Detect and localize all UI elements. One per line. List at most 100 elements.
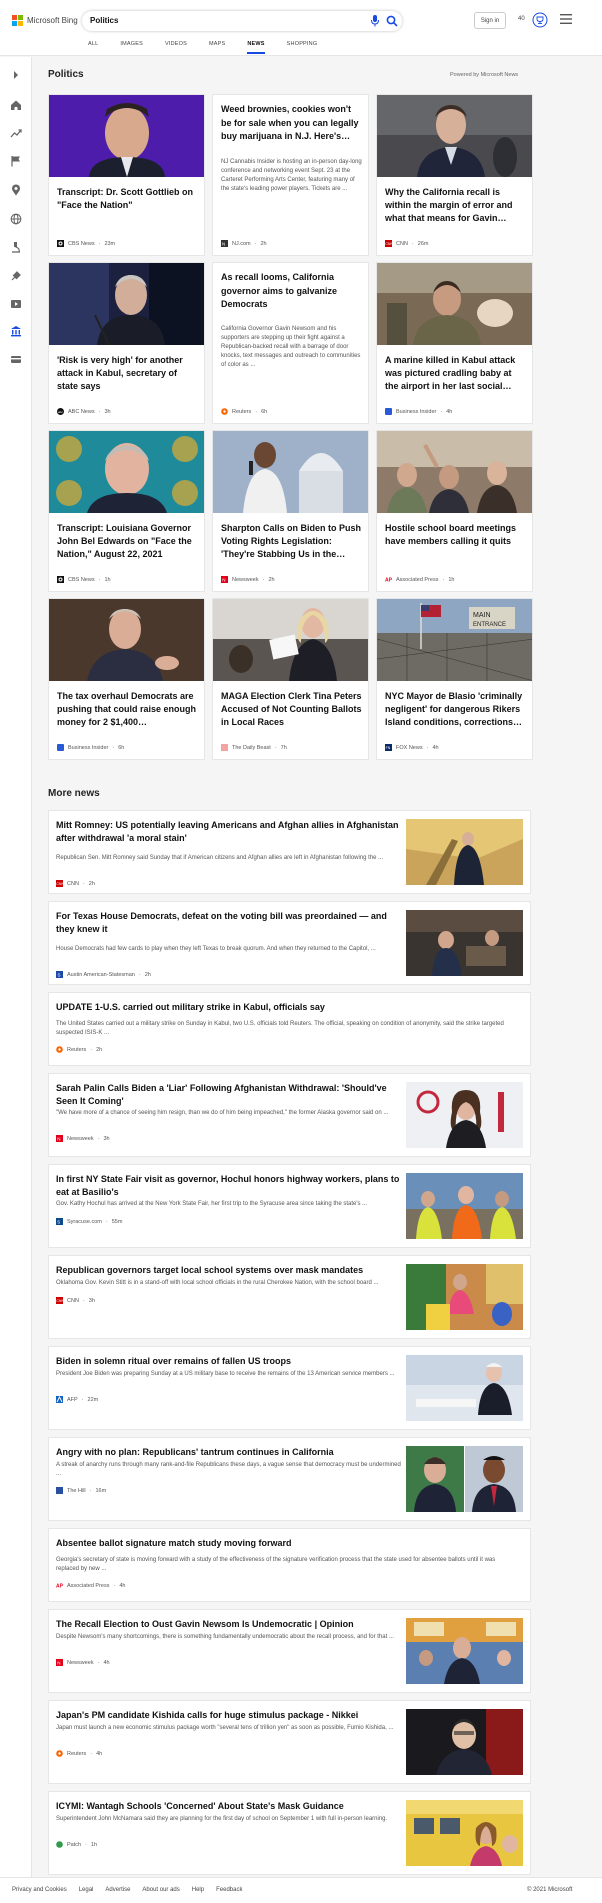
entertainment-icon[interactable] bbox=[10, 298, 22, 310]
news-title[interactable]: Biden in solemn ritual over remains of f… bbox=[56, 1355, 406, 1368]
tab-images[interactable]: IMAGES bbox=[120, 38, 143, 54]
card-title[interactable]: Transcript: Dr. Scott Gottlieb on "Face … bbox=[57, 186, 199, 212]
news-card[interactable]: 'Risk is very high' for another attack i… bbox=[48, 262, 205, 424]
card-title[interactable]: As recall looms, California governor aim… bbox=[221, 271, 363, 312]
footer-link-feedback[interactable]: Feedback bbox=[216, 1887, 242, 1893]
news-card[interactable]: Sharpton Calls on Biden to Push Voting R… bbox=[212, 430, 369, 592]
news-card[interactable]: MAIN ENTRANCE NYC Mayor de Blasio 'crimin… bbox=[376, 598, 533, 760]
news-card[interactable]: Weed brownies, cookies won't be for sale… bbox=[212, 94, 369, 256]
card-title[interactable]: A marine killed in Kabul attack was pict… bbox=[385, 354, 527, 393]
list-item[interactable]: Absentee ballot signature match study mo… bbox=[48, 1528, 531, 1602]
science-microscope-icon[interactable] bbox=[10, 241, 22, 253]
news-card[interactable]: Hostile school board meetings have membe… bbox=[376, 430, 533, 592]
card-image-newsom[interactable] bbox=[377, 95, 533, 177]
rewards-points[interactable]: 40 bbox=[518, 16, 525, 22]
list-item[interactable]: Republican governors target local school… bbox=[48, 1255, 531, 1339]
list-item[interactable]: Biden in solemn ritual over remains of f… bbox=[48, 1346, 531, 1430]
tab-news[interactable]: NEWS bbox=[247, 38, 265, 54]
search-icon[interactable] bbox=[386, 15, 398, 27]
news-title[interactable]: UPDATE 1-U.S. carried out military strik… bbox=[56, 1001, 516, 1014]
card-image-rikers[interactable]: MAIN ENTRANCE bbox=[377, 599, 533, 681]
globe-icon[interactable] bbox=[10, 213, 22, 225]
list-item[interactable]: UPDATE 1-U.S. carried out military strik… bbox=[48, 992, 531, 1066]
card-title[interactable]: The tax overhaul Democrats are pushing t… bbox=[57, 690, 199, 729]
footer-link-advertise[interactable]: Advertise bbox=[105, 1887, 130, 1893]
news-thumbnail-biden[interactable] bbox=[406, 1355, 523, 1421]
news-title[interactable]: Absentee ballot signature match study mo… bbox=[56, 1537, 516, 1550]
news-card[interactable]: Transcript: Dr. Scott Gottlieb on "Face … bbox=[48, 94, 205, 256]
money-card-icon[interactable] bbox=[10, 353, 22, 365]
card-title[interactable]: Sharpton Calls on Biden to Push Voting R… bbox=[221, 522, 363, 561]
politics-building-icon[interactable] bbox=[10, 325, 22, 337]
card-image-blinken[interactable] bbox=[49, 263, 205, 345]
card-title[interactable]: Transcript: Louisiana Governor John Bel … bbox=[57, 522, 199, 561]
list-item[interactable]: For Texas House Democrats, defeat on the… bbox=[48, 901, 531, 985]
card-image-sharpton[interactable] bbox=[213, 431, 369, 513]
news-title[interactable]: Japan's PM candidate Kishida calls for h… bbox=[56, 1709, 406, 1722]
news-card[interactable]: MAGA Election Clerk Tina Peters Accused … bbox=[212, 598, 369, 760]
news-thumbnail-california-candidates[interactable] bbox=[406, 1446, 523, 1512]
card-image-marine[interactable] bbox=[377, 263, 533, 345]
news-card[interactable]: A marine killed in Kabul attack was pict… bbox=[376, 262, 533, 424]
footer-link-privacy[interactable]: Privacy and Cookies bbox=[12, 1887, 67, 1893]
news-thumbnail-school-masks[interactable] bbox=[406, 1264, 523, 1330]
news-thumbnail-newsom-recall[interactable] bbox=[406, 1618, 523, 1684]
card-title[interactable]: NYC Mayor de Blasio 'criminally negligen… bbox=[385, 690, 527, 729]
location-pin-icon[interactable] bbox=[10, 184, 22, 196]
tab-all[interactable]: ALL bbox=[88, 38, 98, 54]
news-card[interactable]: Why the California recall is within the … bbox=[376, 94, 533, 256]
news-title[interactable]: Republican governors target local school… bbox=[56, 1264, 406, 1277]
news-title[interactable]: The Recall Election to Oust Gavin Newsom… bbox=[56, 1618, 406, 1631]
tab-videos[interactable]: VIDEOS bbox=[165, 38, 187, 54]
footer-link-help[interactable]: Help bbox=[192, 1887, 204, 1893]
news-card[interactable]: Transcript: Louisiana Governor John Bel … bbox=[48, 430, 205, 592]
card-title[interactable]: 'Risk is very high' for another attack i… bbox=[57, 354, 199, 393]
list-item[interactable]: Angry with no plan: Republicans' tantrum… bbox=[48, 1437, 531, 1521]
card-title[interactable]: Hostile school board meetings have membe… bbox=[385, 522, 527, 548]
card-image-edwards[interactable] bbox=[49, 431, 205, 513]
list-item[interactable]: Japan's PM candidate Kishida calls for h… bbox=[48, 1700, 531, 1784]
footer-link-about-ads[interactable]: About our ads bbox=[142, 1887, 179, 1893]
news-title[interactable]: Sarah Palin Calls Biden a 'Liar' Followi… bbox=[56, 1082, 406, 1108]
rewards-trophy-icon[interactable] bbox=[532, 12, 548, 28]
hamburger-menu-icon[interactable] bbox=[560, 14, 572, 24]
search-box[interactable]: Politics bbox=[82, 11, 402, 31]
card-image-wyden[interactable] bbox=[49, 599, 205, 681]
sports-icon[interactable] bbox=[10, 270, 22, 282]
card-title[interactable]: Why the California recall is within the … bbox=[385, 186, 527, 225]
card-image-school-board[interactable] bbox=[377, 431, 533, 513]
microphone-icon[interactable] bbox=[370, 15, 380, 27]
news-card[interactable]: As recall looms, California governor aim… bbox=[212, 262, 369, 424]
expand-chevron-icon[interactable] bbox=[10, 69, 22, 81]
flag-icon[interactable] bbox=[10, 155, 22, 167]
news-thumbnail-romney[interactable] bbox=[406, 819, 523, 885]
news-title[interactable]: For Texas House Democrats, defeat on the… bbox=[56, 910, 406, 936]
home-icon[interactable] bbox=[10, 99, 22, 111]
footer-link-legal[interactable]: Legal bbox=[79, 1887, 94, 1893]
news-title[interactable]: Mitt Romney: US potentially leaving Amer… bbox=[56, 819, 406, 845]
search-input[interactable]: Politics bbox=[90, 16, 118, 25]
news-thumbnail-hochul[interactable] bbox=[406, 1173, 523, 1239]
tab-shopping[interactable]: SHOPPING bbox=[287, 38, 318, 54]
tab-maps[interactable]: MAPS bbox=[209, 38, 225, 54]
news-title[interactable]: ICYMI: Wantagh Schools 'Concerned' About… bbox=[56, 1800, 406, 1813]
bing-logo[interactable]: Microsoft Bing bbox=[12, 15, 78, 26]
list-item[interactable]: Mitt Romney: US potentially leaving Amer… bbox=[48, 810, 531, 894]
news-title[interactable]: Angry with no plan: Republicans' tantrum… bbox=[56, 1446, 406, 1459]
card-image-gottlieb[interactable] bbox=[49, 95, 205, 177]
news-title[interactable]: In first NY State Fair visit as governor… bbox=[56, 1173, 406, 1199]
list-item[interactable]: In first NY State Fair visit as governor… bbox=[48, 1164, 531, 1248]
list-item[interactable]: The Recall Election to Oust Gavin Newsom… bbox=[48, 1609, 531, 1693]
news-thumbnail-kishida[interactable] bbox=[406, 1709, 523, 1775]
news-thumbnail-school-bus[interactable] bbox=[406, 1800, 523, 1866]
card-image-tina-peters[interactable] bbox=[213, 599, 369, 681]
trending-icon[interactable] bbox=[10, 127, 22, 139]
card-title[interactable]: Weed brownies, cookies won't be for sale… bbox=[221, 103, 363, 144]
list-item[interactable]: ICYMI: Wantagh Schools 'Concerned' About… bbox=[48, 1791, 531, 1875]
list-item[interactable]: Sarah Palin Calls Biden a 'Liar' Followi… bbox=[48, 1073, 531, 1157]
news-card[interactable]: The tax overhaul Democrats are pushing t… bbox=[48, 598, 205, 760]
news-thumbnail-palin[interactable] bbox=[406, 1082, 523, 1148]
news-thumbnail-texas-house[interactable] bbox=[406, 910, 523, 976]
card-title[interactable]: MAGA Election Clerk Tina Peters Accused … bbox=[221, 690, 363, 729]
sign-in-button[interactable]: Sign in bbox=[474, 12, 506, 29]
